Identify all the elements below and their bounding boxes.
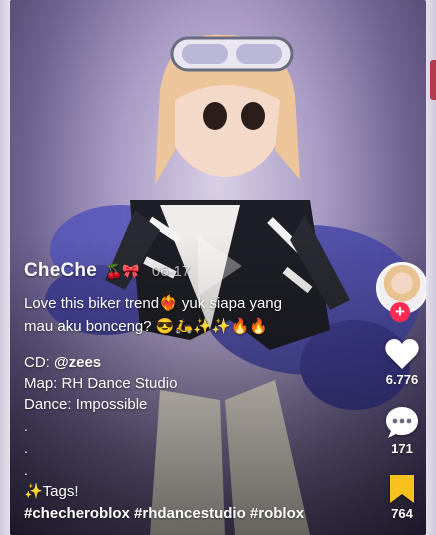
- username[interactable]: CheChe: [24, 260, 97, 282]
- like-count: 6.776: [385, 372, 419, 387]
- comment-bubble-icon[interactable]: [384, 405, 420, 439]
- creator-avatar-wrap[interactable]: +: [376, 262, 426, 322]
- credit-map: Map: RH Dance Studio: [24, 375, 178, 392]
- heart-icon[interactable]: [384, 338, 420, 370]
- username-row: CheChe 🍒🎀 06-17: [24, 260, 364, 286]
- save-count: 764: [391, 506, 413, 521]
- username-emoji: 🍒🎀: [105, 263, 140, 279]
- caption-dot: .: [24, 418, 28, 434]
- caption-line-2: mau aku bonceng? 😎🛵✨✨🔥🔥: [24, 318, 268, 335]
- credits: CD: @zees Map: RH Dance Studio Dance: Im…: [24, 352, 364, 415]
- caption-dot: .: [24, 440, 28, 456]
- comment-count: 171: [391, 441, 413, 456]
- hashtags[interactable]: #checheroblox #rhdancestudio #roblox: [24, 503, 364, 525]
- follow-plus-icon[interactable]: +: [390, 302, 410, 322]
- background-right-edge: [426, 0, 436, 535]
- post-info: CheChe 🍒🎀 06-17 Love this biker trend❤️‍🔥…: [24, 260, 364, 525]
- credit-cd: CD: @zees: [24, 352, 364, 373]
- caption-dots: . . .: [24, 415, 364, 481]
- like-button[interactable]: 6.776: [374, 338, 426, 387]
- credit-dance: Dance: Impossible: [24, 396, 148, 413]
- caption: Love this biker trend❤️‍🔥 yuk siapa yang…: [24, 292, 334, 338]
- comment-button[interactable]: 171: [374, 405, 426, 456]
- post-date: 06-17: [151, 263, 191, 280]
- bookmark-icon[interactable]: [388, 474, 416, 504]
- background-left-edge: [0, 0, 10, 535]
- credit-cd-label: CD:: [24, 354, 54, 371]
- tags-label: ✨Tags!: [24, 483, 79, 500]
- action-sidebar: + 6.776 171 764: [374, 262, 426, 521]
- save-button[interactable]: 764: [374, 474, 426, 521]
- background-accent: [430, 60, 436, 100]
- caption-line-1: Love this biker trend❤️‍🔥 yuk siapa yang: [24, 295, 282, 312]
- credit-cd-mention[interactable]: @zees: [54, 354, 101, 371]
- video-player[interactable]: CheChe 🍒🎀 06-17 Love this biker trend❤️‍🔥…: [10, 0, 426, 535]
- caption-dot: .: [24, 462, 28, 478]
